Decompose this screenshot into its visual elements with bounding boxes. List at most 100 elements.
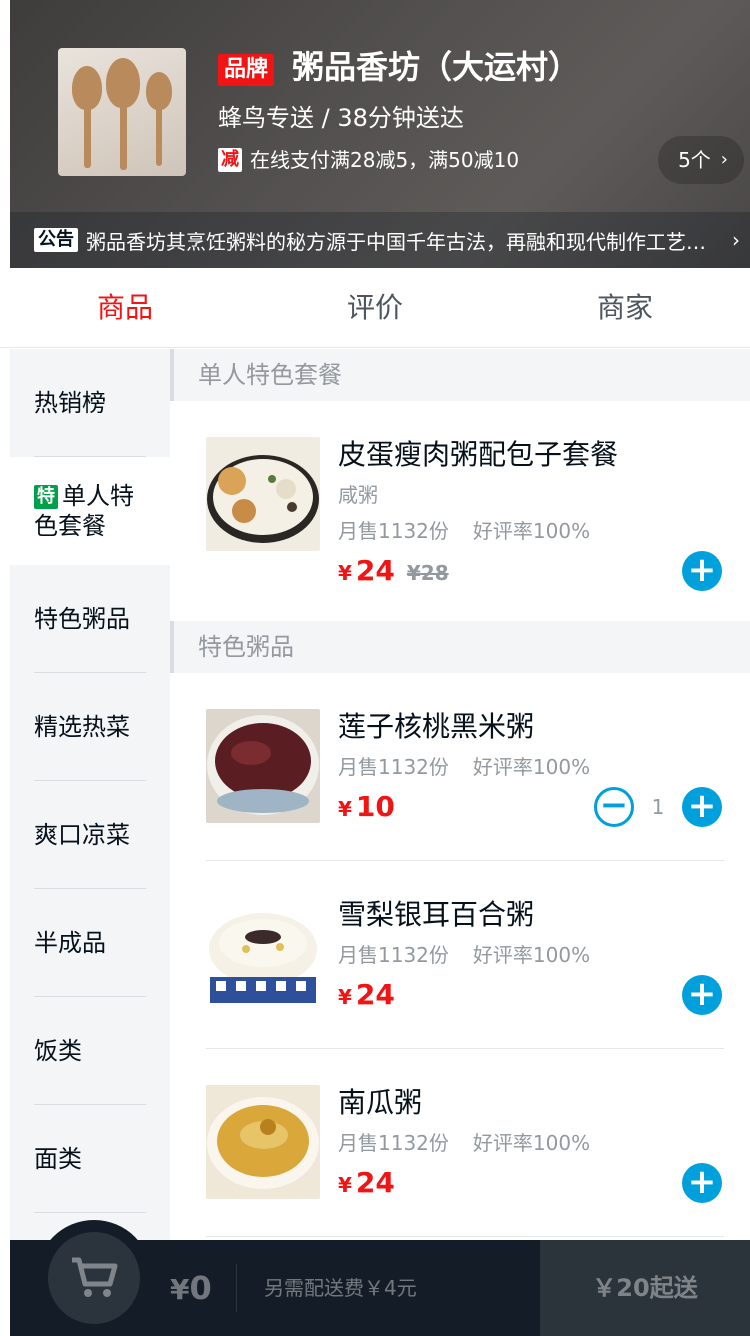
tab-ratings[interactable]: 评价 bbox=[250, 268, 500, 347]
food-item[interactable]: 南瓜粥 月售1132份 好评率100% ¥24 + bbox=[206, 1049, 724, 1237]
menu-item-label: 面类 bbox=[34, 1145, 82, 1173]
add-button[interactable]: + bbox=[682, 975, 722, 1015]
category-menu: 热销榜 特单人特色套餐 特色粥品 精选热菜 爽口凉菜 半成品 饭类 面类 汤类 bbox=[10, 349, 170, 1240]
chevron-right-icon: › bbox=[732, 228, 740, 252]
menu-item-semi-finished[interactable]: 半成品 bbox=[10, 889, 170, 997]
menu-item-special-porridge[interactable]: 特色粥品 bbox=[10, 565, 170, 673]
delivery-info: 蜂鸟专送 / 38分钟送达 bbox=[218, 104, 464, 132]
currency-symbol: ¥ bbox=[170, 1273, 190, 1306]
decrease-button[interactable]: − bbox=[594, 787, 634, 827]
price-value: 24 bbox=[355, 978, 395, 1011]
cart-total: ¥0 bbox=[170, 1264, 237, 1312]
menu-item-label: 热销榜 bbox=[34, 389, 106, 417]
chevron-right-icon: › bbox=[720, 149, 728, 170]
price-now: ¥24 bbox=[338, 1166, 395, 1199]
promo-count-button[interactable]: 5个 › bbox=[658, 136, 744, 184]
food-image bbox=[206, 1085, 320, 1199]
section-title: 单人特色套餐 bbox=[170, 349, 750, 401]
promo-text: 在线支付满28减5，满50减10 bbox=[250, 148, 520, 172]
food-price: ¥24 bbox=[338, 1159, 395, 1211]
menu-item-label: 饭类 bbox=[34, 1037, 82, 1065]
cart-control: + bbox=[682, 1159, 722, 1207]
cart-control: + bbox=[682, 971, 722, 1019]
menu-item-hot-dishes[interactable]: 精选热菜 bbox=[10, 673, 170, 781]
food-image bbox=[206, 709, 320, 823]
cart-total-value: 0 bbox=[189, 1269, 212, 1307]
price-now: ¥24 bbox=[338, 554, 395, 587]
food-item[interactable]: 皮蛋瘦肉粥配包子套餐 咸粥 月售1132份 好评率100% ¥24 ¥28 + bbox=[206, 401, 724, 621]
food-name: 皮蛋瘦肉粥配包子套餐 bbox=[338, 438, 619, 471]
shopcart-bar: ¥0 另需配送费￥4元 ￥20起送 bbox=[10, 1220, 750, 1336]
currency-symbol: ¥ bbox=[338, 561, 352, 585]
delivery-fee: 另需配送费￥4元 bbox=[264, 1276, 417, 1300]
notice-tag: 公告 bbox=[34, 228, 78, 252]
price-value: 24 bbox=[355, 554, 395, 587]
price-value: 24 bbox=[355, 1166, 395, 1199]
store-header: 品牌 粥品香坊（大运村） 蜂鸟专送 / 38分钟送达 减 在线支付满28减5，满… bbox=[10, 0, 750, 268]
food-image bbox=[206, 437, 320, 551]
food-description: 咸粥 bbox=[338, 483, 378, 507]
food-extra: 月售1132份 好评率100% bbox=[338, 941, 590, 969]
food-item[interactable]: 莲子核桃黑米粥 月售1132份 好评率100% ¥10 − 1 + bbox=[206, 673, 724, 861]
sell-count: 月售1132份 bbox=[338, 1131, 449, 1155]
price-old: ¥28 bbox=[406, 561, 449, 585]
menu-item-hot[interactable]: 热销榜 bbox=[10, 349, 170, 457]
cart-logo-wrap[interactable] bbox=[36, 1220, 152, 1336]
price-now: ¥24 bbox=[338, 978, 395, 1011]
sell-count: 月售1132份 bbox=[338, 519, 449, 543]
menu-item-label: 特色粥品 bbox=[34, 605, 130, 633]
pay-button[interactable]: ￥20起送 bbox=[540, 1240, 750, 1336]
menu-item-label: 爽口凉菜 bbox=[34, 821, 130, 849]
add-button[interactable]: + bbox=[682, 551, 722, 591]
rating: 好评率100% bbox=[472, 519, 591, 543]
discount-tag: 减 bbox=[218, 148, 242, 172]
cart-control: − 1 + bbox=[594, 783, 722, 831]
menu-item-cold-dishes[interactable]: 爽口凉菜 bbox=[10, 781, 170, 889]
sell-count: 月售1132份 bbox=[338, 755, 449, 779]
sell-count: 月售1132份 bbox=[338, 943, 449, 967]
menu-item-label: 精选热菜 bbox=[34, 713, 130, 741]
food-name: 莲子核桃黑米粥 bbox=[338, 710, 535, 743]
cart-control: + bbox=[682, 547, 722, 595]
store-name: 粥品香坊（大运村） bbox=[292, 48, 581, 86]
brand-badge: 品牌 bbox=[218, 54, 275, 86]
menu-item-label-wrap: 特单人特色套餐 bbox=[34, 481, 146, 541]
food-extra: 月售1132份 好评率100% bbox=[338, 517, 590, 545]
store-avatar bbox=[58, 48, 186, 176]
food-name: 雪梨银耳百合粥 bbox=[338, 898, 535, 931]
item-count: 1 bbox=[651, 795, 665, 819]
tab-seller[interactable]: 商家 bbox=[500, 268, 750, 347]
food-list: 单人特色套餐 皮蛋瘦肉粥配包子套餐 咸粥 月售1132份 好评率100% ¥24 ¥… bbox=[170, 349, 750, 1240]
add-button[interactable]: + bbox=[682, 1163, 722, 1203]
food-image bbox=[206, 897, 320, 1011]
tab-bar: 商品 评价 商家 bbox=[0, 268, 750, 348]
rating: 好评率100% bbox=[472, 755, 591, 779]
food-extra: 月售1132份 好评率100% bbox=[338, 753, 590, 781]
special-tag: 特 bbox=[34, 485, 58, 509]
food-name: 南瓜粥 bbox=[338, 1086, 423, 1119]
currency-symbol: ¥ bbox=[338, 797, 352, 821]
notice-text: 粥品香坊其烹饪粥料的秘方源于中国千年古法，再融和现代制作工艺，由世界烹饪大师屈浩… bbox=[86, 229, 706, 254]
food-price: ¥24 bbox=[338, 971, 395, 1023]
promo-count-label: 5个 bbox=[678, 148, 711, 172]
menu-item-rice[interactable]: 饭类 bbox=[10, 997, 170, 1105]
rating: 好评率100% bbox=[472, 943, 591, 967]
rating: 好评率100% bbox=[472, 1131, 591, 1155]
food-item[interactable]: 雪梨银耳百合粥 月售1132份 好评率100% ¥24 + bbox=[206, 861, 724, 1049]
tab-goods[interactable]: 商品 bbox=[0, 268, 250, 347]
food-price: ¥10 bbox=[338, 783, 395, 835]
currency-symbol: ¥ bbox=[338, 1173, 352, 1197]
add-button[interactable]: + bbox=[682, 787, 722, 827]
food-price: ¥24 ¥28 bbox=[338, 547, 449, 599]
price-value: 10 bbox=[355, 790, 395, 823]
notice-bar[interactable]: 公告 粥品香坊其烹饪粥料的秘方源于中国千年古法，再融和现代制作工艺，由世界烹饪大… bbox=[10, 212, 750, 268]
menu-item-single-set[interactable]: 特单人特色套餐 bbox=[10, 457, 170, 565]
menu-item-label: 半成品 bbox=[34, 929, 106, 957]
section-title: 特色粥品 bbox=[170, 621, 750, 673]
food-extra: 月售1132份 好评率100% bbox=[338, 1129, 590, 1157]
currency-symbol: ¥ bbox=[338, 985, 352, 1009]
promo-row: 减 在线支付满28减5，满50减10 bbox=[218, 146, 519, 174]
price-now: ¥10 bbox=[338, 790, 395, 823]
menu-item-noodles[interactable]: 面类 bbox=[10, 1105, 170, 1213]
shopping-cart-icon bbox=[48, 1232, 140, 1324]
